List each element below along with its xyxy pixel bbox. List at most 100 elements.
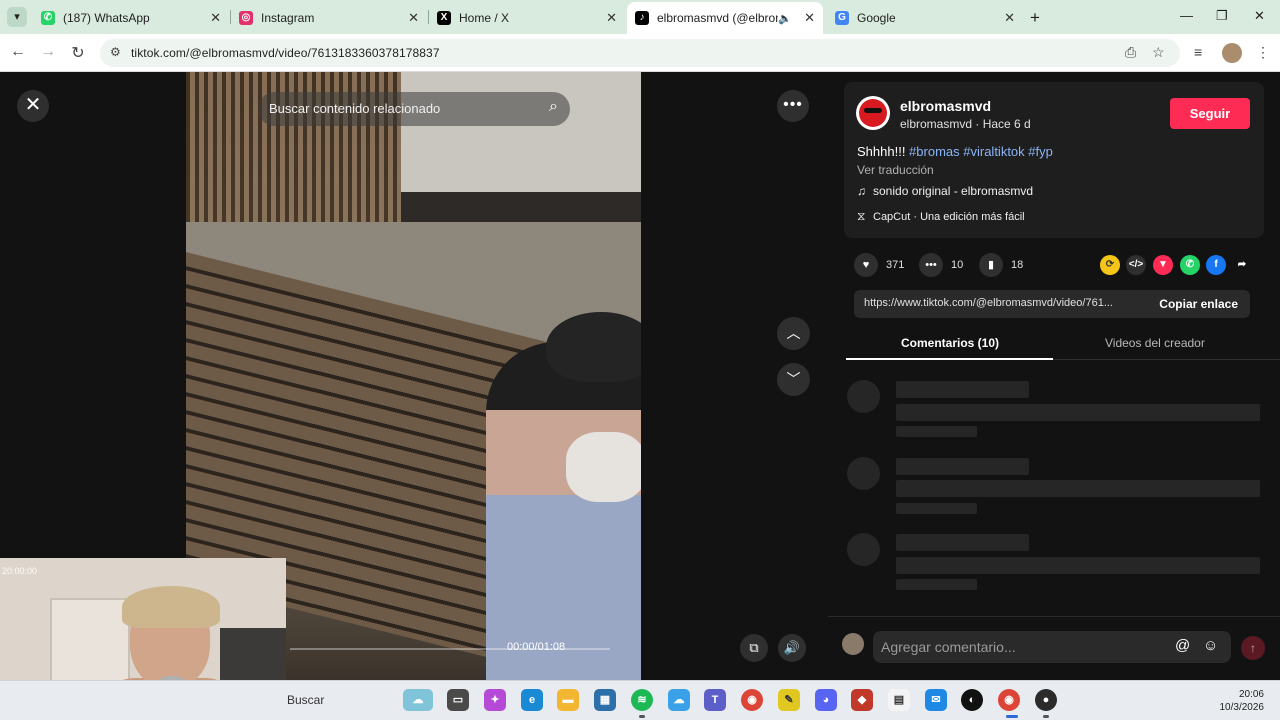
previous-video-button[interactable]: ︿	[777, 317, 810, 350]
close-tab-icon[interactable]: ✕	[408, 10, 419, 26]
more-share-icon[interactable]: ➦	[1232, 255, 1252, 275]
mention-icon[interactable]: @	[1175, 637, 1190, 654]
back-icon[interactable]: ←	[8, 43, 28, 61]
facebook-share-icon[interactable]: f	[1206, 255, 1226, 275]
hashtag-link[interactable]: #viraltiktok	[963, 144, 1024, 159]
tab-instagram[interactable]: ◎ Instagram ✕	[231, 4, 427, 32]
minimize-icon[interactable]: —	[1180, 8, 1193, 23]
see-translation-link[interactable]: Ver traducción	[857, 163, 934, 177]
sound-link[interactable]: ♫ sonido original - elbromasmvd	[857, 184, 1033, 198]
details-panel: elbromasmvd elbromasmvd · Hace 6 d Segui…	[828, 72, 1280, 680]
creator-avatar[interactable]	[856, 96, 890, 130]
obs-icon[interactable]: ◐	[961, 689, 983, 711]
close-window-icon[interactable]: ✕	[1254, 8, 1265, 24]
copilot-icon[interactable]: ✦	[484, 689, 506, 711]
floating-player-icon[interactable]: ⧉	[740, 634, 768, 662]
bookmark-star-icon[interactable]: ☆	[1152, 44, 1165, 61]
search-placeholder: Buscar contenido relacionado	[269, 101, 441, 116]
address-bar[interactable]: ⚙ tiktok.com/@elbromasmvd/video/76131833…	[100, 39, 1180, 67]
google-icon: G	[835, 11, 849, 25]
speaker-icon[interactable]: 🔈	[778, 12, 792, 25]
close-tab-icon[interactable]: ✕	[804, 10, 815, 26]
comment-skeleton-avatar	[847, 380, 880, 413]
follow-button[interactable]: Seguir	[1170, 98, 1250, 129]
video-frame-detail	[566, 432, 641, 502]
calculator-icon[interactable]: ▦	[594, 689, 616, 711]
next-video-button[interactable]: ﹀	[777, 363, 810, 396]
heart-icon: ♥	[854, 253, 878, 277]
close-tab-icon[interactable]: ✕	[210, 10, 221, 26]
comment-input[interactable]: Agregar comentario... @ ☺	[873, 631, 1231, 663]
reload-icon[interactable]: ↻	[68, 43, 88, 63]
task-view-icon[interactable]: ▭	[447, 689, 469, 711]
tab-x[interactable]: X Home / X ✕	[429, 4, 625, 32]
mail-app-icon[interactable]: ✉	[925, 689, 947, 711]
hashtag-link[interactable]: #fyp	[1028, 144, 1053, 159]
comment-bubble-icon: •••	[919, 253, 943, 277]
chrome-icon[interactable]: ◉	[741, 689, 763, 711]
comment-button[interactable]: ••• 10	[919, 253, 963, 277]
chrome-profile-icon[interactable]: ◉	[998, 689, 1020, 711]
hashtag-link[interactable]: #bromas	[909, 144, 960, 159]
site-info-icon[interactable]: ⚙	[110, 45, 121, 59]
send-to-friends-icon[interactable]: ▼	[1153, 255, 1173, 275]
recording-app-icon[interactable]: ●	[1035, 689, 1057, 711]
capcut-label: CapCut · Una edición más fácil	[873, 211, 1025, 223]
video-frame-detail	[546, 312, 641, 382]
spotify-icon[interactable]: ≋	[631, 689, 653, 711]
teams-icon[interactable]: T	[704, 689, 726, 711]
like-button[interactable]: ♥ 371	[854, 253, 905, 277]
creator-username[interactable]: elbromasmvd	[900, 98, 991, 114]
tab-whatsapp[interactable]: ✆ (187) WhatsApp ✕	[33, 4, 229, 32]
save-button[interactable]: ▮ 18	[979, 253, 1024, 277]
embed-icon[interactable]: </>	[1126, 255, 1146, 275]
active-tab-indicator	[846, 358, 1053, 360]
edge-icon[interactable]: e	[521, 689, 543, 711]
whatsapp-share-icon[interactable]: ✆	[1180, 255, 1200, 275]
file-explorer-icon[interactable]: ▬	[557, 689, 579, 711]
forward-icon[interactable]: →	[38, 43, 58, 61]
video-link-text[interactable]: https://www.tiktok.com/@elbromasmvd/vide…	[864, 297, 1146, 309]
copy-link-button[interactable]: Copiar enlace	[1159, 297, 1238, 311]
system-clock[interactable]: 20:06 10/3/2026	[1220, 688, 1265, 714]
tab-tiktok[interactable]: ♪ elbromasmvd (@elbromasm 🔈 ✕	[627, 2, 823, 34]
post-comment-button[interactable]: ↑	[1241, 636, 1265, 660]
install-app-icon[interactable]: ⎙	[1125, 44, 1136, 61]
related-search-input[interactable]: Buscar contenido relacionado ⌕	[258, 92, 570, 126]
comment-skeleton-line	[896, 480, 1260, 497]
url-text[interactable]: tiktok.com/@elbromasmvd/video/7613183360…	[131, 46, 440, 60]
instagram-icon: ◎	[239, 11, 253, 25]
tab-google[interactable]: G Google ✕	[827, 4, 1023, 32]
like-count: 371	[886, 259, 905, 271]
volume-icon[interactable]: 🔊	[778, 634, 806, 662]
notes-app-icon[interactable]: ✎	[778, 689, 800, 711]
profile-avatar[interactable]	[1222, 43, 1242, 63]
tab-search-button[interactable]: ▾	[7, 7, 27, 27]
more-options-button[interactable]: •••	[777, 90, 809, 122]
search-icon[interactable]: ⌕	[549, 98, 558, 116]
tab-creator-videos[interactable]: Videos del creador	[1105, 336, 1205, 350]
document-app-icon[interactable]: ▤	[888, 689, 910, 711]
browser-menu-icon[interactable]: ⋮	[1256, 44, 1270, 61]
new-tab-icon[interactable]: +	[1030, 8, 1040, 28]
close-tab-icon[interactable]: ✕	[606, 10, 617, 26]
repost-icon[interactable]: ⟳	[1100, 255, 1120, 275]
close-tab-icon[interactable]: ✕	[1004, 10, 1015, 26]
widgets-icon[interactable]: ☁	[403, 689, 433, 711]
game-app-icon[interactable]: ◆	[851, 689, 873, 711]
taskbar-search[interactable]: Buscar	[287, 693, 324, 707]
comment-skeleton-line	[896, 426, 977, 437]
capcut-link[interactable]: ⧖ CapCut · Una edición más fácil	[857, 209, 1025, 224]
maximize-icon[interactable]: ❐	[1216, 8, 1228, 24]
tab-title: (187) WhatsApp	[63, 11, 150, 25]
onedrive-icon[interactable]: ☁	[668, 689, 690, 711]
tab-comments[interactable]: Comentarios (10)	[901, 336, 999, 350]
comment-skeleton-line	[896, 381, 1029, 398]
close-video-button[interactable]: ✕	[17, 90, 49, 122]
emoji-icon[interactable]: ☺	[1203, 637, 1218, 654]
comment-skeleton-line	[896, 503, 977, 514]
discord-icon[interactable]: ◕	[815, 689, 837, 711]
save-count: 18	[1011, 259, 1024, 271]
media-control-icon[interactable]: ≡	[1194, 44, 1202, 60]
comment-placeholder: Agregar comentario...	[881, 639, 1016, 655]
